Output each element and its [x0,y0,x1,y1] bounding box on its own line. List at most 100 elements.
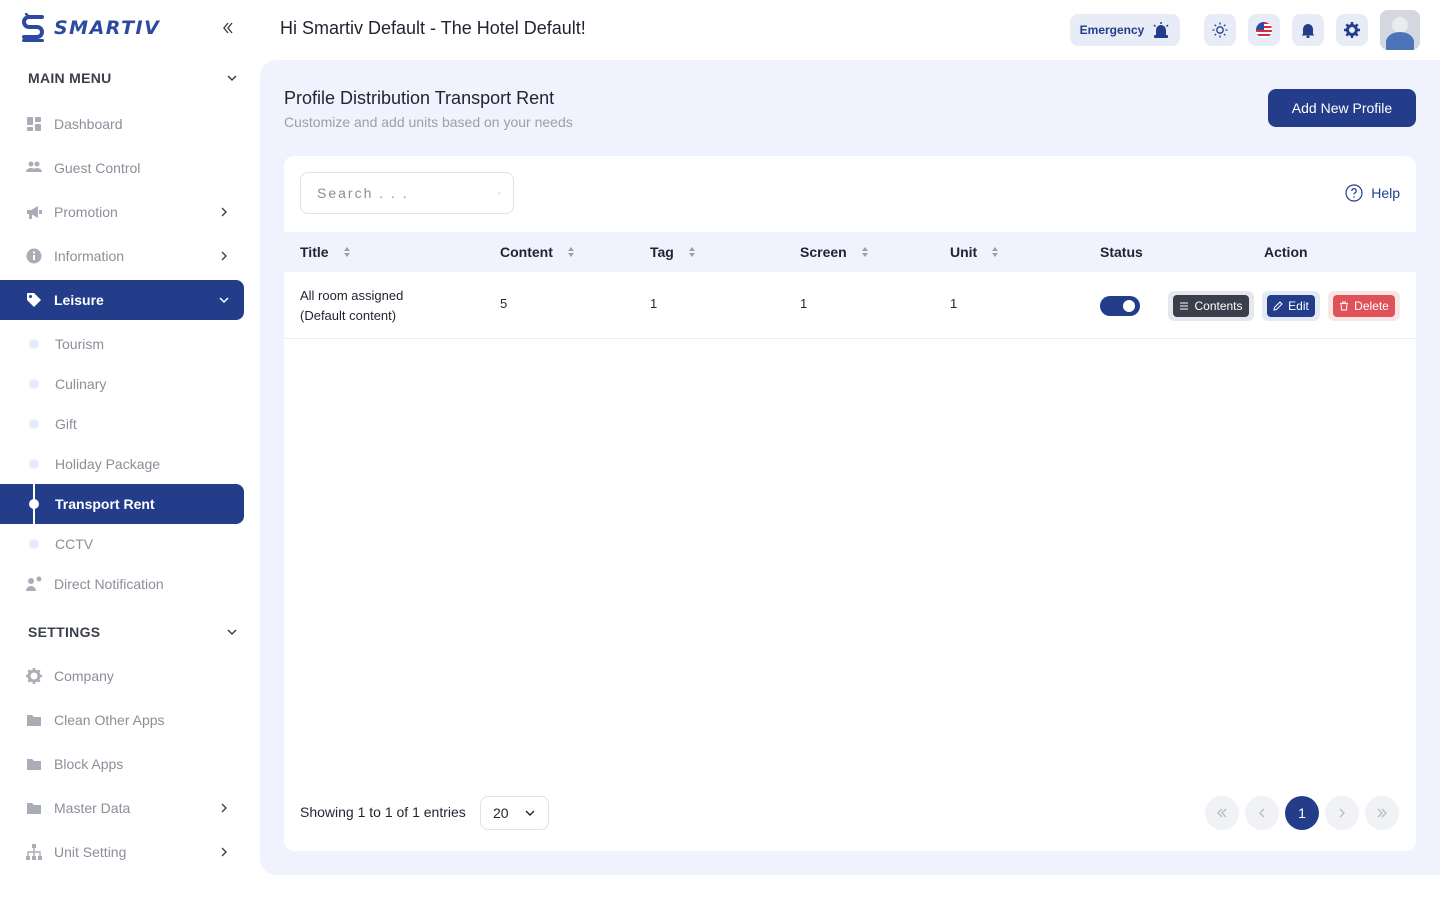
column-label: Screen [800,244,847,260]
sidebar-subitem-cctv[interactable]: CCTV [0,524,244,564]
question-circle-icon [1345,184,1363,202]
language-button[interactable] [1248,14,1280,46]
sidebar-subitem-gift[interactable]: Gift [0,404,244,444]
megaphone-icon [26,204,42,220]
column-label: Tag [650,244,674,260]
column-header-screen[interactable]: Screen [800,232,869,272]
sidebar-item-direct-notification[interactable]: Direct Notification [0,564,244,604]
sidebar-item-information[interactable]: Information [0,236,244,276]
column-header-tag[interactable]: Tag [650,232,696,272]
edit-button[interactable]: Edit [1262,291,1320,321]
column-label: Status [1100,244,1143,260]
gear-icon [26,668,42,684]
column-label: Action [1264,244,1308,260]
sidebar-item-label: Promotion [54,204,118,220]
column-header-content[interactable]: Content [500,232,575,272]
sidebar-item-dashboard[interactable]: Dashboard [0,104,244,144]
sun-icon [1212,22,1228,38]
help-link[interactable]: Help [1345,184,1400,202]
sidebar-item-promotion[interactable]: Promotion [0,192,244,232]
sidebar-subitem-holiday-package[interactable]: Holiday Package [0,444,244,484]
settings-header[interactable]: SETTINGS [28,622,238,642]
bullet-icon [29,499,39,509]
sidebar-item-label: Direct Notification [54,576,164,592]
column-label: Title [300,244,329,260]
main-content: Profile Distribution Transport Rent Cust… [260,60,1440,875]
cell-title-line2: (Default content) [300,308,397,323]
pencil-icon [1273,301,1283,311]
collapse-sidebar-button[interactable] [218,18,238,38]
sidebar-item-unit-setting[interactable]: Unit Setting [0,832,244,872]
gear-icon [1344,22,1360,38]
sidebar-item-label: Clean Other Apps [54,712,165,728]
edit-label: Edit [1288,299,1309,313]
per-page-select[interactable]: 20 [480,796,549,830]
emergency-button[interactable]: Emergency [1070,14,1180,46]
sidebar-item-label: Leisure [54,292,104,308]
sidebar-subitem-label: CCTV [55,536,94,552]
notifications-button[interactable] [1292,14,1324,46]
main-menu-header[interactable]: MAIN MENU [28,68,238,88]
sidebar-subitem-label: Transport Rent [55,496,155,512]
search-input[interactable] [317,185,498,201]
theme-toggle-button[interactable] [1204,14,1236,46]
sidebar-subitem-transport-rent[interactable]: Transport Rent [0,484,244,524]
chevron-down-icon [219,297,229,304]
chevron-right-icon [221,251,227,261]
user-avatar[interactable] [1380,10,1420,50]
table-row: All room assigned (Default content) 5 1 … [284,272,1416,339]
page-number-button[interactable]: 1 [1285,796,1319,830]
info-icon [26,248,42,264]
last-page-button[interactable] [1365,796,1399,830]
brand-logo[interactable]: SMARTIV [20,12,160,44]
status-toggle[interactable] [1100,296,1140,316]
column-header-title[interactable]: Title [300,232,351,272]
sidebar-subitem-tourism[interactable]: Tourism [0,324,244,364]
sort-icon [992,247,999,257]
prev-page-button[interactable] [1245,796,1279,830]
chevron-right-icon [1339,808,1345,818]
column-label: Unit [950,244,978,260]
sitemap-icon [26,844,42,860]
sidebar: SMARTIV MAIN MENU Dashboard Guest Contro… [0,0,260,900]
help-label: Help [1371,185,1400,201]
column-header-unit[interactable]: Unit [950,232,999,272]
sidebar-subitem-label: Culinary [55,376,107,392]
contents-button[interactable]: Contents [1168,291,1254,321]
first-page-button[interactable] [1205,796,1239,830]
emergency-label: Emergency [1079,23,1145,37]
sidebar-subitem-culinary[interactable]: Culinary [0,364,244,404]
settings-button[interactable] [1336,14,1368,46]
double-chevron-left-icon [1217,808,1227,818]
next-page-button[interactable] [1325,796,1359,830]
sidebar-item-company[interactable]: Company [0,656,244,696]
folder-icon [26,800,42,816]
sort-icon [567,247,574,257]
sidebar-item-master-data[interactable]: Master Data [0,788,244,828]
page-title: Profile Distribution Transport Rent [284,88,555,108]
sidebar-item-label: Dashboard [54,116,123,132]
sidebar-item-leisure[interactable]: Leisure [0,280,244,320]
add-new-profile-button[interactable]: Add New Profile [1268,89,1416,127]
chevron-left-icon [1259,808,1265,818]
cell-title: All room assigned (Default content) [300,286,403,326]
chevron-right-icon [221,847,227,857]
siren-icon [1153,22,1169,38]
sidebar-item-label: Block Apps [54,756,124,772]
users-icon [26,160,42,176]
cell-unit: 1 [950,296,958,311]
cell-title-line1: All room assigned [300,288,404,303]
sidebar-item-block-apps[interactable]: Block Apps [0,744,244,784]
sidebar-item-guest-control[interactable]: Guest Control [0,148,244,188]
sidebar-item-label: Company [54,668,114,684]
bullet-icon [29,459,39,469]
delete-button[interactable]: Delete [1328,291,1400,321]
cell-content: 5 [500,296,508,311]
settings-label: SETTINGS [28,624,101,640]
double-chevron-left-icon [223,22,233,34]
sort-icon [343,247,350,257]
search-icon[interactable] [498,185,501,201]
sidebar-item-clean-other-apps[interactable]: Clean Other Apps [0,700,244,740]
tag-icon [26,292,42,308]
sidebar-item-label: Information [54,248,125,264]
